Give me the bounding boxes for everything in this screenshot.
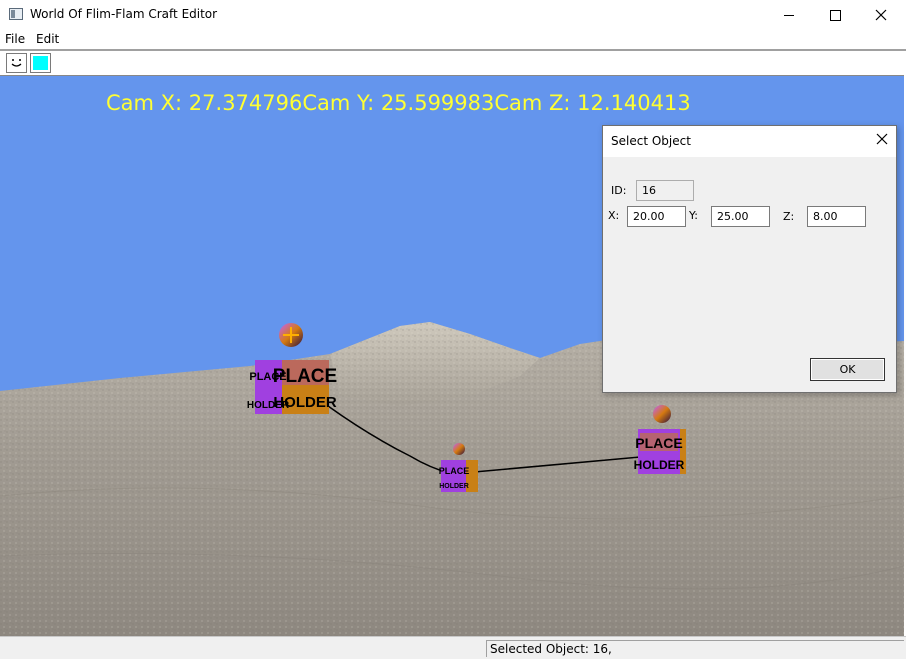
object-label-line1: PLACE: [273, 366, 337, 387]
menu-bar: File Edit: [0, 30, 906, 49]
smiley-tool-button[interactable]: [6, 53, 27, 73]
x-label: X:: [608, 209, 620, 222]
y-label: Y:: [689, 209, 698, 222]
object-label-line2: HOLDER: [439, 483, 469, 490]
scene-object-1[interactable]: PLACE HOLDER PLACE HOLDER: [247, 323, 337, 414]
status-bar: Selected Object: 16,: [0, 636, 906, 659]
smiley-icon: [11, 59, 22, 67]
object-label-line2: HOLDER: [634, 458, 685, 472]
dialog-title-bar: Select Object: [603, 126, 896, 157]
select-object-dialog: Select Object ID: 16 X: 20.00 Y: 25.00 Z…: [602, 125, 897, 393]
z-label: Z:: [783, 210, 795, 223]
z-field[interactable]: 8.00: [807, 206, 866, 227]
status-text: Selected Object: 16,: [490, 642, 612, 656]
toolbar: [0, 51, 904, 76]
y-field[interactable]: 25.00: [711, 206, 770, 227]
object-label-line2: HOLDER: [273, 394, 337, 411]
id-label: ID:: [611, 184, 627, 197]
color-tool-button[interactable]: [30, 53, 51, 73]
menu-file[interactable]: File: [5, 32, 25, 46]
close-button[interactable]: [858, 0, 904, 30]
camera-position-readout: Cam X: 27.374796Cam Y: 25.599983Cam Z: 1…: [106, 91, 691, 115]
title-bar: World Of Flim-Flam Craft Editor: [0, 0, 906, 30]
maximize-button[interactable]: [812, 0, 858, 30]
x-field[interactable]: 20.00: [627, 206, 686, 227]
object-label-line1: PLACE: [439, 466, 470, 476]
object-label-line1: PLACE: [635, 435, 682, 451]
id-field: 16: [636, 180, 694, 201]
close-icon: [876, 133, 888, 145]
object-sphere: [453, 443, 465, 455]
ok-button[interactable]: OK: [810, 358, 885, 381]
dialog-title: Select Object: [611, 134, 691, 148]
minimize-icon: [784, 14, 794, 16]
close-icon: [875, 9, 887, 21]
status-pane: Selected Object: 16,: [486, 640, 904, 657]
menu-edit[interactable]: Edit: [36, 32, 59, 46]
app-icon: [9, 8, 23, 20]
color-swatch-icon: [33, 56, 48, 70]
minimize-button[interactable]: [766, 0, 812, 30]
object-sphere: [653, 405, 671, 423]
dialog-close-button[interactable]: [876, 132, 888, 150]
maximize-icon: [829, 9, 841, 21]
window-title: World Of Flim-Flam Craft Editor: [30, 7, 218, 21]
